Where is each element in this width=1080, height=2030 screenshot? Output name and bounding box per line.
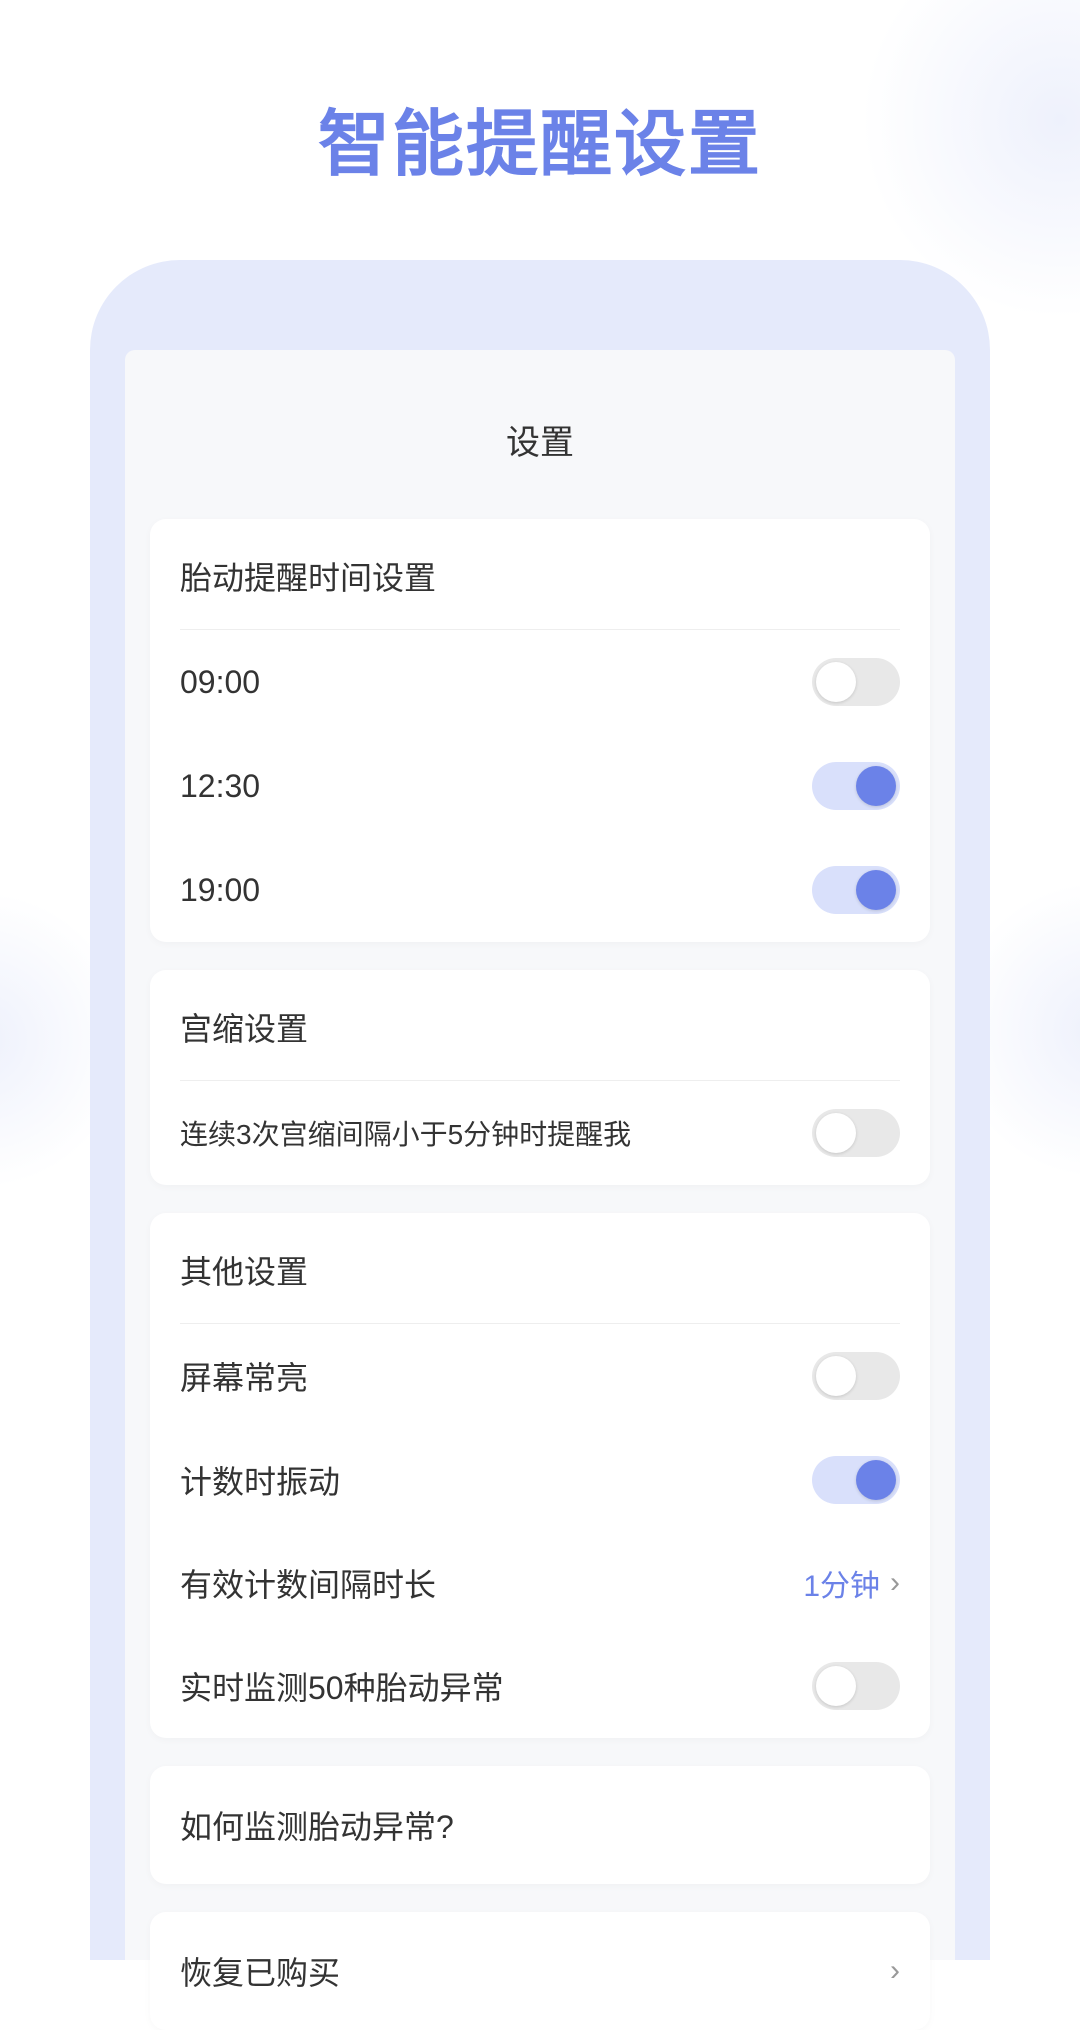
phone-frame: 设置 胎动提醒时间设置 09:00 12:30 19:00 宫缩设置 连续3次宫… <box>90 260 990 1960</box>
help-card[interactable]: 如何监测胎动异常? <box>150 1766 930 1884</box>
contraction-card-title: 宫缩设置 <box>180 970 900 1081</box>
interval-label: 有效计数间隔时长 <box>180 1560 436 1606</box>
monitor-label: 实时监测50种胎动异常 <box>180 1663 504 1709</box>
toggle-knob <box>856 1460 896 1500</box>
vibrate-label: 计数时振动 <box>180 1457 340 1503</box>
reminder-time-row-0: 09:00 <box>180 630 900 734</box>
reminder-toggle-2[interactable] <box>812 866 900 914</box>
toggle-knob <box>856 766 896 806</box>
contraction-toggle[interactable] <box>812 1109 900 1157</box>
monitor-row: 实时监测50种胎动异常 <box>180 1634 900 1738</box>
reminder-time-row-2: 19:00 <box>180 838 900 942</box>
screen-title: 设置 <box>150 350 930 519</box>
contraction-card: 宫缩设置 连续3次宫缩间隔小于5分钟时提醒我 <box>150 970 930 1185</box>
reminder-toggle-0[interactable] <box>812 658 900 706</box>
reminder-time-label: 09:00 <box>180 664 260 701</box>
reminder-time-row-1: 12:30 <box>180 734 900 838</box>
reminder-times-card: 胎动提醒时间设置 09:00 12:30 19:00 <box>150 519 930 942</box>
toggle-knob <box>816 662 856 702</box>
reminder-card-title: 胎动提醒时间设置 <box>180 519 900 630</box>
contraction-row: 连续3次宫缩间隔小于5分钟时提醒我 <box>180 1081 900 1185</box>
reminder-toggle-1[interactable] <box>812 762 900 810</box>
restore-card[interactable]: 恢复已购买 › <box>150 1912 930 2030</box>
toggle-knob <box>816 1113 856 1153</box>
screen-on-row: 屏幕常亮 <box>180 1324 900 1428</box>
settings-screen: 设置 胎动提醒时间设置 09:00 12:30 19:00 宫缩设置 连续3次宫… <box>125 350 955 1960</box>
restore-row: 恢复已购买 › <box>180 1912 900 2030</box>
chevron-right-icon: › <box>890 1954 900 1988</box>
interval-value: 1分钟 <box>803 1561 880 1605</box>
chevron-right-icon: › <box>890 1566 900 1600</box>
reminder-time-label: 12:30 <box>180 768 260 805</box>
restore-label: 恢复已购买 <box>180 1948 340 1994</box>
contraction-label: 连续3次宫缩间隔小于5分钟时提醒我 <box>180 1113 631 1153</box>
reminder-time-label: 19:00 <box>180 872 260 909</box>
toggle-knob <box>856 870 896 910</box>
toggle-knob <box>816 1666 856 1706</box>
help-row: 如何监测胎动异常? <box>180 1766 900 1884</box>
vibrate-row: 计数时振动 <box>180 1428 900 1532</box>
screen-on-toggle[interactable] <box>812 1352 900 1400</box>
monitor-toggle[interactable] <box>812 1662 900 1710</box>
toggle-knob <box>816 1356 856 1396</box>
other-card-title: 其他设置 <box>180 1213 900 1324</box>
vibrate-toggle[interactable] <box>812 1456 900 1504</box>
interval-row[interactable]: 有效计数间隔时长 1分钟 › <box>180 1532 900 1634</box>
interval-value-link: 1分钟 › <box>803 1561 900 1605</box>
help-label: 如何监测胎动异常? <box>180 1802 454 1848</box>
other-settings-card: 其他设置 屏幕常亮 计数时振动 有效计数间隔时长 1分钟 › 实时监测50种胎动… <box>150 1213 930 1738</box>
screen-on-label: 屏幕常亮 <box>180 1353 308 1399</box>
